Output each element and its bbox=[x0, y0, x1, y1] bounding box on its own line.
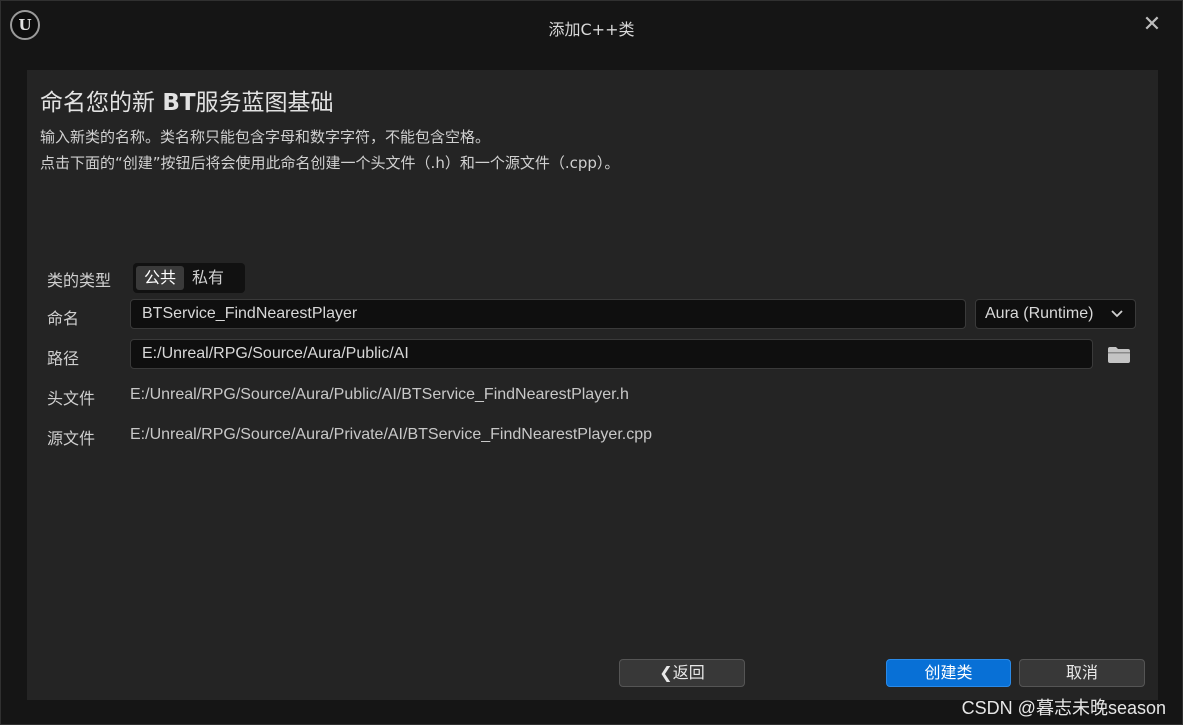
chevron-down-icon bbox=[1111, 300, 1123, 337]
close-icon[interactable]: ✕ bbox=[1142, 14, 1162, 36]
header-file-path: E:/Unreal/RPG/Source/Aura/Public/AI/BTSe… bbox=[130, 386, 629, 403]
back-button[interactable]: ❮返回 bbox=[619, 659, 745, 687]
create-class-button[interactable]: 创建类 bbox=[886, 659, 1011, 687]
watermark: CSDN @暮志未晚season bbox=[961, 698, 1166, 718]
header-file-label: 头文件 bbox=[47, 389, 96, 408]
name-label: 命名 bbox=[47, 309, 80, 328]
module-dropdown-value: Aura (Runtime) bbox=[985, 305, 1094, 322]
window-title: 添加C++类 bbox=[548, 20, 635, 39]
path-input[interactable]: E:/Unreal/RPG/Source/Aura/Public/AI bbox=[130, 339, 1093, 369]
class-type-public-button[interactable]: 公共 bbox=[136, 266, 185, 290]
source-file-path: E:/Unreal/RPG/Source/Aura/Private/AI/BTS… bbox=[130, 426, 652, 443]
class-type-toggle: 公共 私有 bbox=[133, 263, 245, 293]
content-panel: 命名您的新 BT服务蓝图基础 输入新类的名称。类名称只能包含字母和数字字符，不能… bbox=[27, 70, 1158, 700]
page-title-bold: BT bbox=[162, 90, 196, 116]
class-type-label: 类的类型 bbox=[47, 271, 112, 290]
add-cpp-class-dialog: U 添加C++类 ✕ 命名您的新 BT服务蓝图基础 输入新类的名称。类名称只能包… bbox=[0, 0, 1183, 725]
description: 输入新类的名称。类名称只能包含字母和数字字符，不能包含空格。 点击下面的“创建”… bbox=[40, 124, 619, 176]
class-name-input[interactable]: BTService_FindNearestPlayer bbox=[130, 299, 966, 329]
cancel-button[interactable]: 取消 bbox=[1019, 659, 1145, 687]
title-bar: U 添加C++类 ✕ bbox=[1, 1, 1182, 51]
description-line-1: 输入新类的名称。类名称只能包含字母和数字字符，不能包含空格。 bbox=[40, 128, 491, 146]
description-line-2: 点击下面的“创建”按钮后将会使用此命名创建一个头文件（.h）和一个源文件（.cp… bbox=[40, 154, 620, 172]
page-title-prefix: 命名您的新 bbox=[40, 90, 163, 116]
page-title-suffix: 服务蓝图基础 bbox=[195, 90, 334, 116]
source-file-label: 源文件 bbox=[47, 429, 96, 448]
page-title: 命名您的新 BT服务蓝图基础 bbox=[40, 83, 334, 117]
class-type-private-button[interactable]: 私有 bbox=[184, 266, 232, 290]
module-dropdown[interactable]: Aura (Runtime) bbox=[975, 299, 1136, 329]
path-label: 路径 bbox=[47, 349, 80, 368]
folder-icon[interactable] bbox=[1108, 347, 1130, 363]
